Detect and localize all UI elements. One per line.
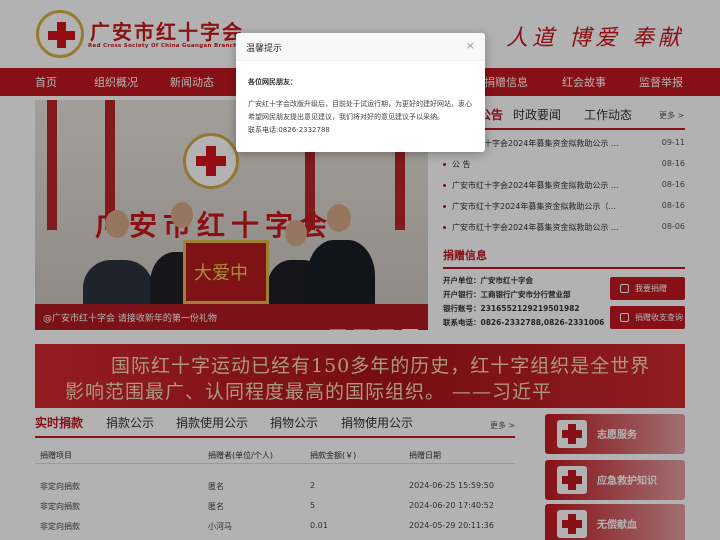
notice-dialog: 温馨提示 × 各位网民朋友： 广安红十字会改版升级后，目前处于试运行期，为更好的…: [236, 33, 485, 152]
dialog-title: 温馨提示: [246, 44, 283, 54]
dialog-message: 广安红十字会改版升级后，目前处于试运行期，为更好的建好网站，衷心希望网民朋友提出…: [248, 100, 472, 121]
dialog-header: 温馨提示 ×: [236, 33, 485, 61]
dialog-body: 广安红十字会改版升级后，目前处于试运行期，为更好的建好网站，衷心希望网民朋友提出…: [248, 98, 476, 137]
dialog-contact: 联系电话:0826-2332788: [248, 126, 330, 134]
close-icon[interactable]: ×: [466, 39, 475, 52]
dialog-greeting: 各位网民朋友：: [248, 78, 297, 86]
